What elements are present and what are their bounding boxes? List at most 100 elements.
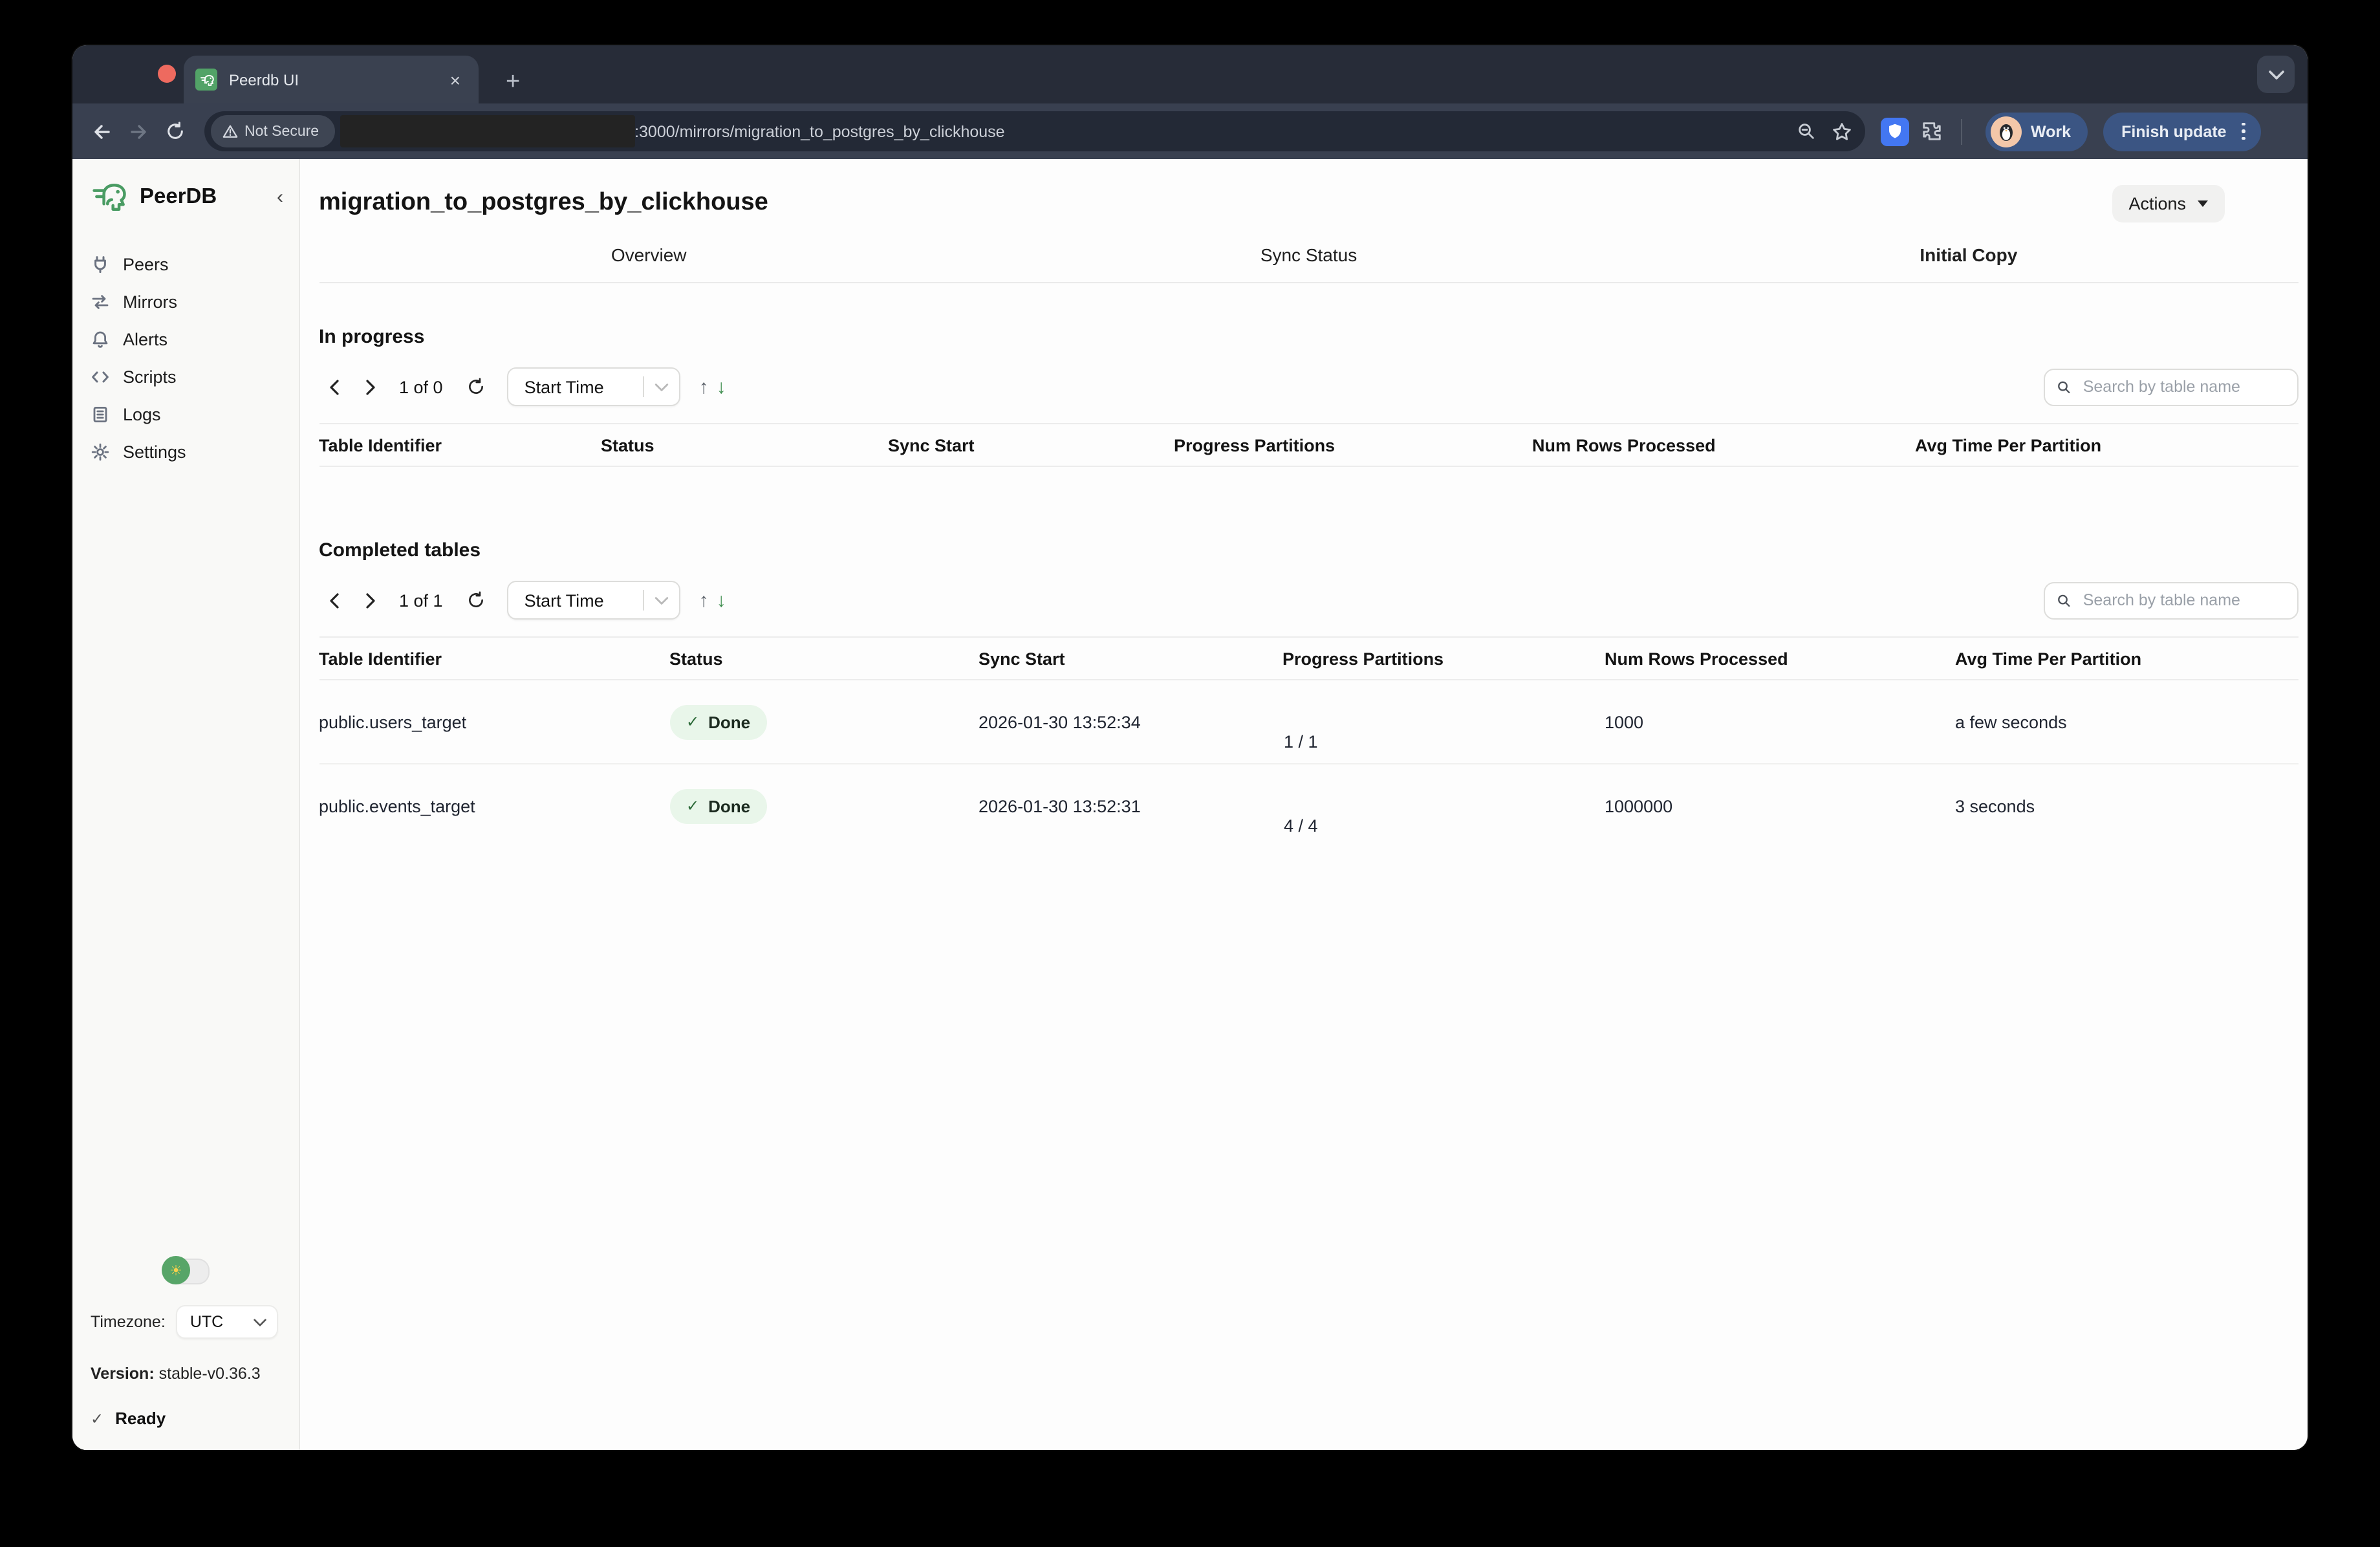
log-document-icon — [91, 405, 110, 424]
cell-num-rows: 1000 — [1605, 712, 1955, 731]
browser-menu-icon[interactable] — [2240, 120, 2248, 143]
ready-status: ✓ Ready — [91, 1409, 285, 1428]
check-icon: ✓ — [686, 797, 699, 815]
sidebar-item-mirrors[interactable]: Mirrors — [91, 283, 299, 321]
table-row: public.events_target ✓ Done 2026-01-30 1… — [319, 764, 2299, 847]
refresh-button[interactable] — [461, 371, 492, 402]
sidebar-item-label: Logs — [123, 405, 161, 424]
ready-label: Ready — [115, 1409, 166, 1428]
sidebar: PeerDB ‹ Peers Mirrors Alerts Scri — [72, 159, 300, 1450]
sort-direction: ↑ ↓ — [699, 589, 726, 611]
forward-button[interactable] — [122, 114, 155, 148]
completed-search[interactable] — [2044, 581, 2299, 619]
in-progress-pager: 1 of 0 Start Time ↑ ↓ — [319, 367, 726, 406]
detail-tabs: Overview Sync Status Initial Copy — [319, 244, 2299, 283]
profile-chip[interactable]: Work — [1985, 112, 2088, 151]
timezone-select[interactable]: UTC — [176, 1305, 278, 1339]
tab-close-icon[interactable]: × — [445, 68, 466, 91]
finish-update-button[interactable]: Finish update — [2103, 112, 2261, 151]
zoom-level-icon[interactable] — [1797, 122, 1816, 141]
sort-asc-button[interactable]: ↑ — [699, 376, 709, 398]
sort-field-select[interactable]: Start Time — [508, 581, 681, 620]
shield-icon — [1881, 117, 1909, 146]
cell-status: ✓ Done — [669, 788, 979, 823]
prev-page-button[interactable] — [319, 585, 350, 616]
page-count: 1 of 0 — [399, 377, 443, 396]
next-page-button[interactable] — [355, 371, 386, 402]
cell-table-identifier: public.users_target — [319, 712, 669, 731]
sidebar-item-alerts[interactable]: Alerts — [91, 321, 299, 358]
page-header: migration_to_postgres_by_clickhouse Acti… — [319, 184, 2299, 222]
search-input[interactable] — [2081, 590, 2287, 611]
col-avg-time: Avg Time Per Partition — [1955, 649, 2299, 668]
finish-update-label: Finish update — [2121, 122, 2227, 140]
check-icon: ✓ — [686, 713, 699, 731]
version-value: stable-v0.36.3 — [159, 1365, 261, 1383]
back-button[interactable] — [85, 114, 119, 148]
chevron-down-icon — [2268, 69, 2284, 80]
page-title: migration_to_postgres_by_clickhouse — [319, 189, 768, 217]
progress-fraction: 4 / 4 — [1284, 816, 1605, 836]
cell-avg-time: 3 seconds — [1955, 796, 2299, 816]
security-chip[interactable]: Not Secure — [211, 115, 334, 147]
tab-search-button[interactable] — [2257, 56, 2295, 93]
sort-field-value: Start Time — [525, 377, 644, 396]
tab-initial-copy[interactable]: Initial Copy — [1639, 244, 2299, 265]
profile-label: Work — [2031, 122, 2071, 140]
cell-progress: 4 / 4 — [1282, 764, 1605, 836]
col-num-rows: Num Rows Processed — [1532, 435, 1915, 455]
bitwarden-extension-button[interactable] — [1878, 114, 1912, 148]
version-label: Version: — [91, 1365, 155, 1383]
col-progress-partitions: Progress Partitions — [1174, 435, 1532, 455]
bell-icon — [91, 330, 110, 349]
sidebar-item-scripts[interactable]: Scripts — [91, 358, 299, 396]
extensions-puzzle-icon[interactable] — [1914, 114, 1948, 148]
penguin-avatar — [1991, 116, 2022, 147]
sidebar-item-settings[interactable]: Settings — [91, 433, 299, 471]
mirror-arrows-icon — [91, 292, 110, 312]
sun-icon: ☀ — [162, 1256, 190, 1284]
brand-row: PeerDB ‹ — [91, 177, 299, 216]
check-icon: ✓ — [91, 1409, 103, 1427]
refresh-button[interactable] — [461, 585, 492, 616]
sort-asc-button[interactable]: ↑ — [699, 589, 709, 611]
address-bar[interactable]: Not Secure :3000/mirrors/migration_to_po… — [204, 111, 1865, 151]
in-progress-search[interactable] — [2044, 368, 2299, 406]
sidebar-item-peers[interactable]: Peers — [91, 246, 299, 283]
tab-overview[interactable]: Overview — [319, 244, 979, 265]
completed-heading: Completed tables — [319, 539, 2299, 561]
timezone-label: Timezone: — [91, 1313, 166, 1331]
timezone-row: Timezone: UTC — [91, 1305, 285, 1339]
in-progress-heading: In progress — [319, 326, 2299, 348]
bookmark-star-icon[interactable] — [1832, 121, 1852, 142]
sort-field-select[interactable]: Start Time — [508, 367, 681, 406]
new-tab-button[interactable]: + — [495, 67, 530, 97]
prev-page-button[interactable] — [319, 371, 350, 402]
cell-avg-time: a few seconds — [1955, 712, 2299, 731]
brand-name: PeerDB — [140, 184, 266, 209]
search-icon — [2057, 378, 2072, 395]
actions-button[interactable]: Actions — [2112, 184, 2225, 222]
browser-tab[interactable]: Peerdb UI × — [184, 56, 479, 103]
sidebar-collapse-button[interactable]: ‹ — [277, 186, 283, 208]
browser-toolbar: Not Secure :3000/mirrors/migration_to_po… — [72, 103, 2308, 159]
tab-sync-status[interactable]: Sync Status — [979, 244, 1638, 265]
sidebar-item-label: Alerts — [123, 330, 168, 349]
cell-table-identifier: public.events_target — [319, 796, 669, 816]
reload-button[interactable] — [158, 114, 191, 148]
theme-toggle[interactable]: ☀ — [163, 1259, 210, 1284]
sort-desc-button[interactable]: ↓ — [717, 589, 726, 611]
search-input[interactable] — [2081, 376, 2287, 397]
col-status: Status — [669, 649, 979, 668]
close-window-button[interactable] — [158, 65, 176, 83]
next-page-button[interactable] — [355, 585, 386, 616]
sort-desc-button[interactable]: ↓ — [717, 376, 726, 398]
peerdb-app: PeerDB ‹ Peers Mirrors Alerts Scri — [72, 159, 2308, 1450]
gear-icon — [91, 442, 110, 462]
warning-triangle-icon — [222, 124, 238, 138]
code-icon — [91, 367, 110, 387]
cell-progress: 1 / 1 — [1282, 680, 1605, 752]
sidebar-item-logs[interactable]: Logs — [91, 396, 299, 433]
completed-table-header: Table Identifier Status Sync Start Progr… — [319, 636, 2299, 680]
in-progress-controls: 1 of 0 Start Time ↑ ↓ — [319, 367, 2299, 406]
